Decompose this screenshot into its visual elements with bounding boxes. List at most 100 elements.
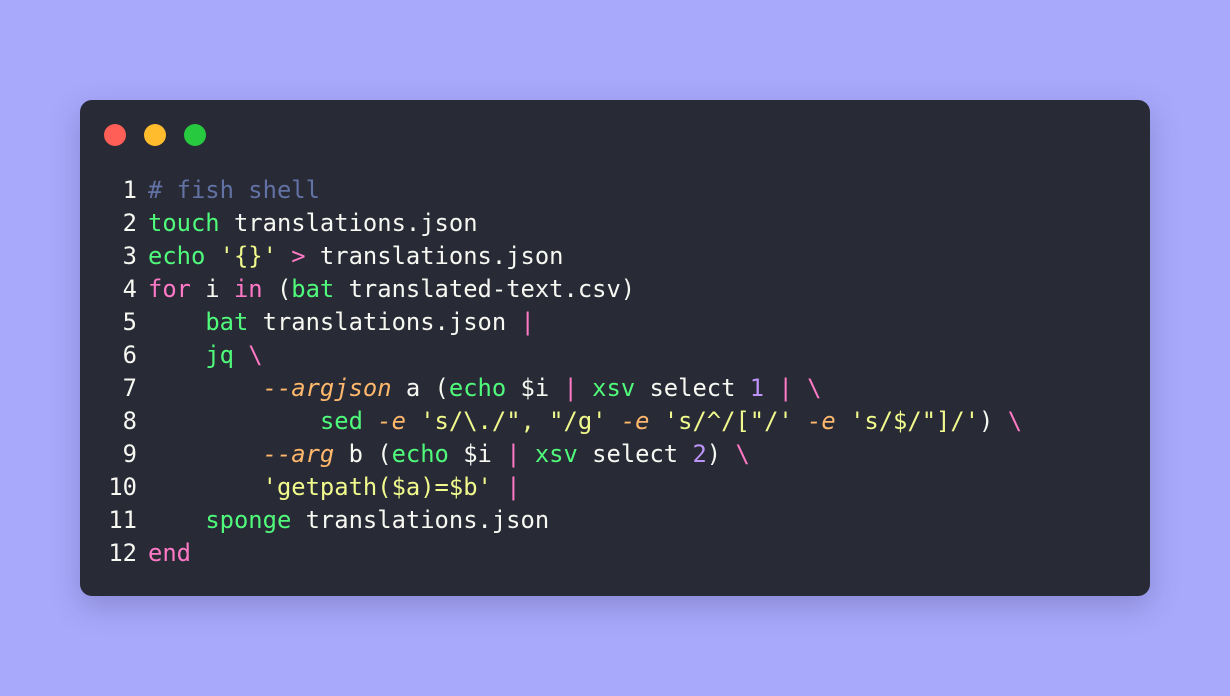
- code-token: $i: [448, 440, 507, 468]
- code-token: translations.json: [219, 209, 478, 237]
- code-token: select: [577, 440, 693, 468]
- code-text: 'getpath($a)=$b' |: [137, 471, 521, 504]
- code-text: # fish shell: [137, 174, 320, 207]
- code-text: sed -e 's/\./", "/g' -e 's/^/["/' -e 's/…: [137, 405, 1022, 438]
- code-line: 5 bat translations.json |: [80, 306, 1150, 339]
- code-token: |: [563, 374, 578, 402]
- minimize-button[interactable]: [144, 124, 166, 146]
- code-line: 6 jq \: [80, 339, 1150, 372]
- line-number: 8: [122, 407, 137, 435]
- code-token: '{}': [219, 242, 277, 270]
- code-token: a (: [391, 374, 449, 402]
- line-number: 6: [122, 341, 137, 369]
- line-number: 7: [122, 374, 137, 402]
- code-token: sed: [319, 407, 363, 435]
- code-token: >: [291, 242, 306, 270]
- code-token: b (: [334, 440, 392, 468]
- code-token: touch: [148, 209, 220, 237]
- code-token: |: [506, 440, 521, 468]
- code-line: 9 --arg b (echo $i | xsv select 2) \: [80, 438, 1150, 471]
- code-token: 1: [749, 374, 765, 402]
- code-token: \: [1007, 407, 1023, 435]
- code-text: --arg b (echo $i | xsv select 2) \: [137, 438, 750, 471]
- code-token: translations.json: [248, 308, 521, 336]
- code-line: 7 --argjson a (echo $i | xsv select 1 | …: [80, 372, 1150, 405]
- code-token: translations.json: [291, 506, 550, 534]
- line-number: 12: [108, 539, 137, 567]
- code-token: \: [735, 440, 750, 468]
- code-line: 3 echo '{}' > translations.json: [80, 240, 1150, 273]
- code-token: |: [778, 374, 793, 402]
- code-token: echo: [148, 242, 206, 270]
- code-text: echo '{}' > translations.json: [137, 240, 564, 273]
- code-token: echo: [448, 374, 507, 402]
- code-token: translated-text.csv): [334, 275, 636, 303]
- code-token: -e: [377, 407, 406, 435]
- code-token: select: [635, 374, 750, 402]
- code-text: end: [137, 537, 191, 570]
- code-token: |: [506, 473, 521, 501]
- line-number: 1: [122, 176, 137, 204]
- code-token: jq: [205, 341, 234, 369]
- code-token: -e: [807, 407, 836, 435]
- code-line: 4 for i in (bat translated-text.csv): [80, 273, 1150, 306]
- code-token: 's/^/["/': [663, 407, 793, 435]
- code-text: jq \: [137, 339, 263, 372]
- code-token: for: [148, 275, 191, 303]
- code-token: --arg: [262, 440, 335, 468]
- code-token: \: [248, 341, 263, 369]
- code-token: \: [807, 374, 822, 402]
- code-token: ): [706, 440, 736, 468]
- code-text: bat translations.json |: [137, 306, 535, 339]
- code-token: xsv: [534, 440, 578, 468]
- code-block[interactable]: 1 # fish shell 2 touch translations.json 3 ec…: [80, 174, 1150, 570]
- code-token: # fish shell: [148, 176, 320, 204]
- code-token: (: [262, 275, 292, 303]
- code-token: sponge: [205, 506, 292, 534]
- window-controls: [104, 124, 206, 146]
- line-number: 11: [108, 506, 137, 534]
- line-number: 2: [122, 209, 137, 237]
- code-token: -e: [620, 407, 650, 435]
- code-line: 11 sponge translations.json: [80, 504, 1150, 537]
- maximize-button[interactable]: [184, 124, 206, 146]
- code-text: sponge translations.json: [137, 504, 549, 537]
- code-window: 1 # fish shell 2 touch translations.json 3 ec…: [80, 100, 1150, 596]
- code-token: |: [520, 308, 535, 336]
- line-number: 9: [122, 440, 137, 468]
- close-button[interactable]: [104, 124, 126, 146]
- code-token: echo: [391, 440, 449, 468]
- code-text: --argjson a (echo $i | xsv select 1 | \: [137, 372, 822, 405]
- line-number: 3: [122, 242, 137, 270]
- code-token: in: [233, 275, 263, 303]
- code-token: end: [148, 539, 191, 567]
- code-line: 1 # fish shell: [80, 174, 1150, 207]
- code-line: 8 sed -e 's/\./", "/g' -e 's/^/["/' -e '…: [80, 405, 1150, 438]
- line-number: 5: [122, 308, 137, 336]
- code-text: touch translations.json: [137, 207, 478, 240]
- code-token: xsv: [592, 374, 636, 402]
- code-token: --argjson: [262, 374, 392, 402]
- code-token: translations.json: [305, 242, 564, 270]
- line-number: 4: [122, 275, 137, 303]
- code-token: 's/$/"]/': [850, 407, 980, 435]
- code-line: 12 end: [80, 537, 1150, 570]
- code-token: bat: [291, 275, 335, 303]
